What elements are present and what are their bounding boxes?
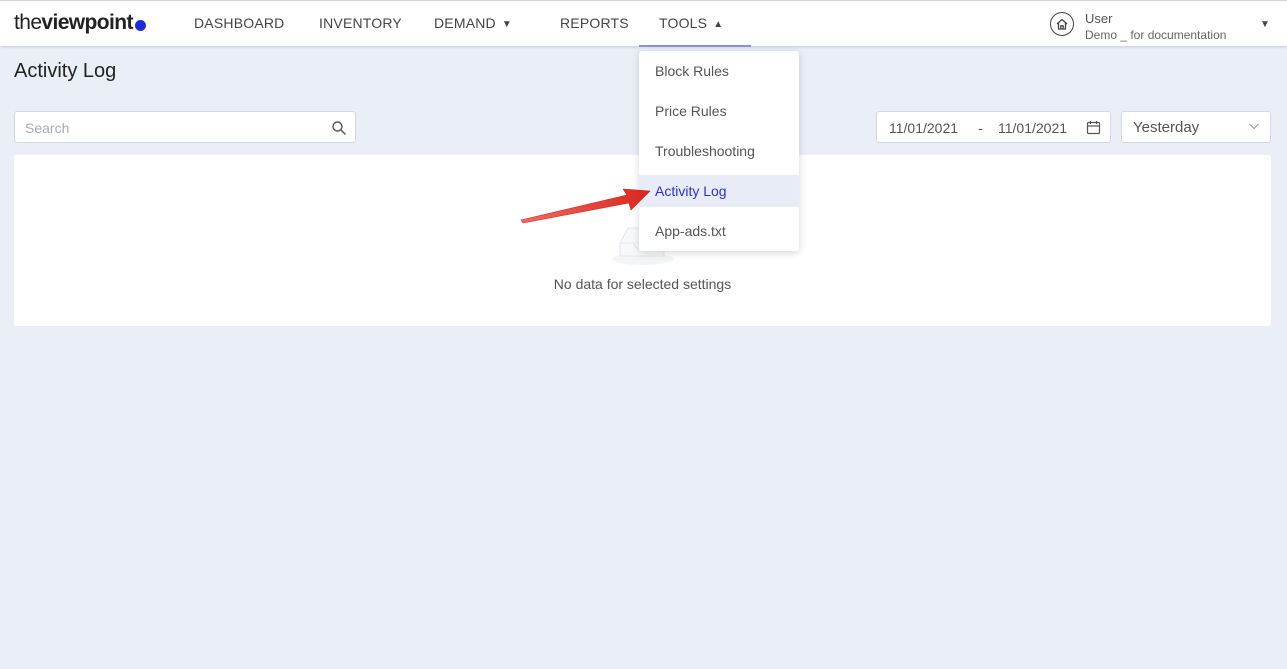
date-range-separator: - xyxy=(978,120,983,136)
home-icon xyxy=(1050,12,1074,36)
menu-item-activity-log[interactable]: Activity Log xyxy=(639,175,799,207)
empty-state-message: No data for selected settings xyxy=(553,276,732,292)
user-name: User xyxy=(1085,11,1113,26)
date-range-end[interactable]: 11/01/2021 xyxy=(998,120,1067,136)
brand-logo[interactable]: the viewpoint xyxy=(14,11,146,35)
nav-reports[interactable]: REPORTS xyxy=(560,1,629,47)
menu-item-app-ads-txt[interactable]: App-ads.txt xyxy=(639,215,799,247)
nav-inventory-label: INVENTORY xyxy=(319,15,402,31)
user-menu-caret-icon[interactable]: ▼ xyxy=(1260,19,1270,30)
calendar-icon[interactable] xyxy=(1086,120,1101,135)
nav-reports-label: REPORTS xyxy=(560,15,629,31)
search-icon[interactable] xyxy=(331,120,347,136)
menu-item-price-rules[interactable]: Price Rules xyxy=(639,95,799,127)
brand-prefix: the xyxy=(14,11,42,34)
nav-demand[interactable]: DEMAND ▼ xyxy=(434,1,512,47)
caret-down-icon: ▼ xyxy=(501,19,512,30)
annotation-arrow-icon xyxy=(520,188,651,224)
nav-dashboard[interactable]: DASHBOARD xyxy=(194,1,284,47)
menu-item-block-rules[interactable]: Block Rules xyxy=(639,55,799,87)
nav-demand-label: DEMAND xyxy=(434,15,496,31)
date-range-start[interactable]: 11/01/2021 xyxy=(889,120,958,136)
chevron-down-icon xyxy=(1249,123,1259,130)
nav-dashboard-label: DASHBOARD xyxy=(194,15,285,31)
period-select[interactable]: Yesterday xyxy=(1121,111,1271,143)
period-select-value: Yesterday xyxy=(1133,119,1200,136)
nav-tools-label: TOOLS xyxy=(659,15,708,31)
search-box xyxy=(14,111,356,143)
nav-inventory[interactable]: INVENTORY xyxy=(319,1,402,47)
caret-up-icon: ▲ xyxy=(713,19,724,30)
nav-tools[interactable]: TOOLS ▲ xyxy=(639,1,751,47)
menu-item-troubleshooting[interactable]: Troubleshooting xyxy=(639,135,799,167)
page-title: Activity Log xyxy=(14,60,117,82)
tools-dropdown-menu: Block Rules Price Rules Troubleshooting … xyxy=(639,51,799,251)
top-navigation-bar: the viewpoint DASHBOARD INVENTORY DEMAND ▼… xyxy=(0,0,1287,47)
brand-dot-icon xyxy=(134,19,146,31)
date-range-picker[interactable]: 11/01/2021 - 11/01/2021 xyxy=(876,111,1111,143)
brand-suffix: viewpoint xyxy=(41,11,133,34)
search-input[interactable] xyxy=(25,118,315,138)
user-subtitle: Demo _ for documentation xyxy=(1085,28,1227,42)
